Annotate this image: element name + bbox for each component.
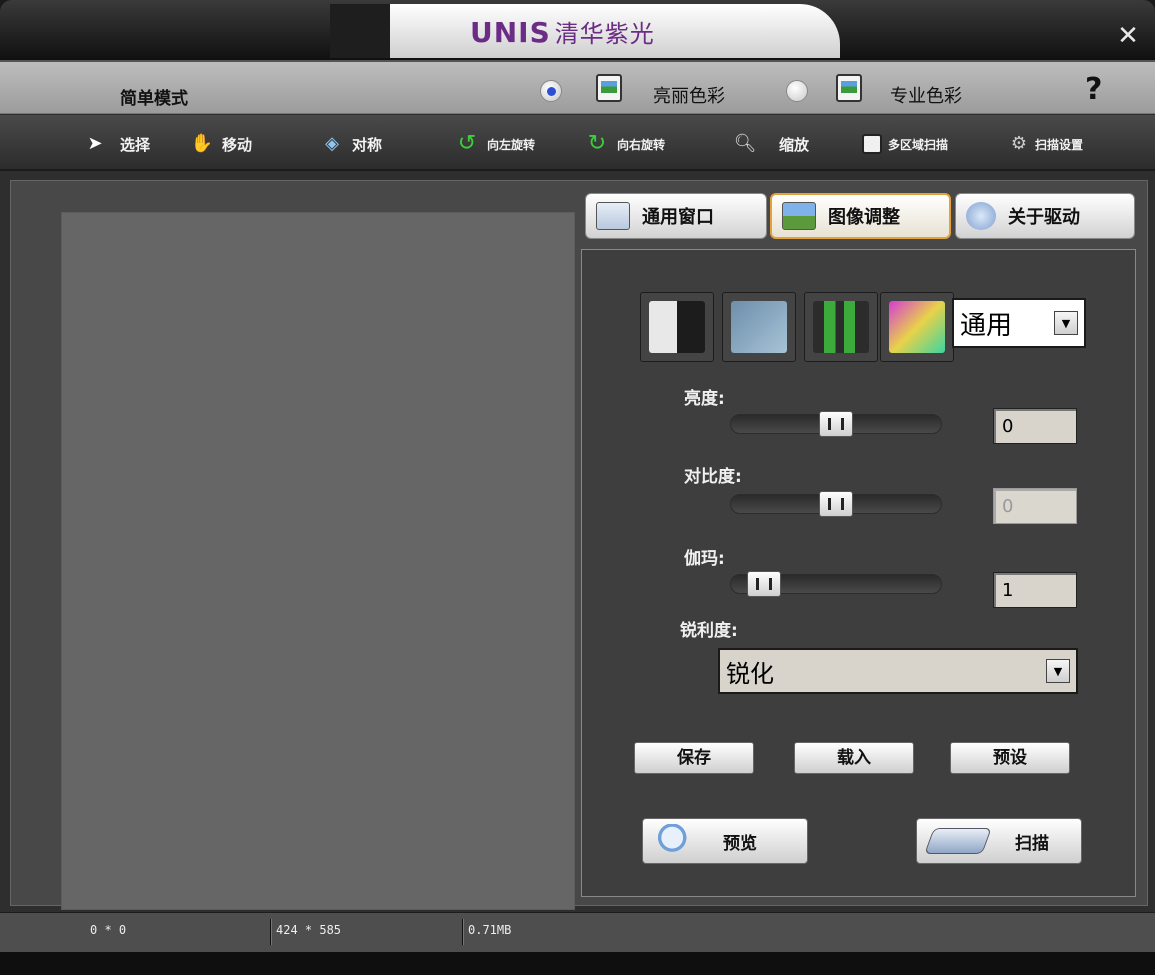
pro-color-radio[interactable] (786, 80, 808, 102)
mirror-tool[interactable]: ◈ 对称 (320, 129, 382, 159)
color-balance-icon (889, 301, 945, 353)
image-adjust-panel: 通用 ▼ 亮度: 0 对比度: 0 伽玛: 1 锐利度: 锐化 ▼ 保存 载入 … (581, 249, 1136, 897)
logo-cn-text: 清华紫光 (554, 20, 655, 48)
mirror-icon: ◈ (325, 133, 339, 154)
scan-label: 扫描 (1015, 833, 1049, 854)
rotate-right-label: 向右旋转 (617, 137, 666, 152)
contrast-slider-thumb[interactable] (819, 491, 853, 517)
toolbar: ➤ 选择 ✋ 移动 ◈ 对称 ↺ 向左旋转 ↻ 向右旋转 🔍︎ 缩放 多区域扫描… (0, 115, 1155, 171)
zoom-label: 缩放 (779, 135, 810, 154)
gamma-value-field[interactable]: 1 (993, 572, 1077, 608)
brightness-slider-thumb[interactable] (819, 411, 853, 437)
mode-bar: 简单模式 亮丽色彩 专业色彩 ? (0, 62, 1155, 114)
info-disc-icon (966, 202, 996, 230)
save-button[interactable]: 保存 (634, 742, 754, 774)
settings-gear-icon: ⚙ (1010, 133, 1028, 154)
mode-title: 简单模式 (120, 89, 188, 109)
status-separator (462, 919, 464, 945)
main-area: 通用窗口 图像调整 关于驱动 通用 ▼ 亮度: 0 对比度: 0 伽玛: 1 锐… (10, 180, 1148, 910)
gamma-label: 伽玛: (684, 549, 725, 569)
bottom-edge (0, 952, 1155, 975)
scan-settings-tool[interactable]: ⚙ 扫描设置 (1007, 129, 1083, 159)
brightness-icon (649, 301, 705, 353)
chevron-down-icon: ▼ (1054, 311, 1078, 335)
rotate-left-icon: ↺ (457, 131, 477, 156)
brightness-value-field[interactable]: 0 (993, 408, 1077, 444)
brightness-slider[interactable] (730, 411, 942, 437)
image-adjust-icon (782, 202, 816, 230)
rotate-right-icon: ↻ (587, 131, 607, 156)
vivid-image-icon (596, 74, 622, 102)
histogram-icon (813, 301, 869, 353)
help-icon[interactable]: ? (1085, 72, 1102, 107)
preview-magnifier-icon (657, 824, 695, 858)
preview-canvas[interactable] (61, 212, 575, 910)
load-button[interactable]: 载入 (794, 742, 914, 774)
tab-about-label: 关于驱动 (1008, 207, 1080, 228)
preset-select-value: 通用 (960, 310, 1013, 341)
select-tool[interactable]: ➤ 选择 (78, 129, 150, 159)
preset-button[interactable]: 预设 (950, 742, 1070, 774)
multi-scan-icon (862, 134, 882, 154)
curves-button[interactable] (722, 292, 796, 362)
brightness-contrast-button[interactable] (640, 292, 714, 362)
zoom-tool[interactable]: 🔍︎ 缩放 (733, 129, 809, 159)
rotate-right-tool[interactable]: ↻ 向右旋转 (585, 129, 665, 159)
multi-scan-tool[interactable]: 多区域扫描 (862, 129, 948, 159)
gamma-slider[interactable] (730, 571, 942, 597)
tab-general-label: 通用窗口 (642, 207, 714, 228)
selection-size: 0 * 0 (90, 923, 127, 937)
preset-select[interactable]: 通用 ▼ (952, 298, 1086, 348)
brightness-label: 亮度: (684, 389, 725, 409)
preview-label: 预览 (723, 833, 757, 854)
histogram-button[interactable] (804, 292, 878, 362)
mirror-label: 对称 (352, 135, 383, 154)
multi-scan-label: 多区域扫描 (888, 137, 949, 152)
scanner-icon (924, 828, 992, 854)
vivid-color-label[interactable]: 亮丽色彩 (653, 82, 725, 108)
gamma-slider-thumb[interactable] (747, 571, 781, 597)
image-size: 424 * 585 (276, 923, 342, 937)
pro-color-label[interactable]: 专业色彩 (890, 82, 962, 108)
pro-image-icon (836, 74, 862, 102)
scanner-window: UNIS 清华紫光 ✕ 简单模式 亮丽色彩 专业色彩 ? ➤ 选择 ✋ 移动 ◈ … (0, 0, 1155, 975)
tab-general-window[interactable]: 通用窗口 (585, 193, 767, 239)
title-bar: UNIS 清华紫光 ✕ (0, 0, 1155, 62)
preview-button[interactable]: 预览 (642, 818, 808, 864)
chevron-down-icon: ▼ (1046, 659, 1070, 683)
tab-about-driver[interactable]: 关于驱动 (955, 193, 1135, 239)
contrast-slider[interactable] (730, 491, 942, 517)
rotate-left-tool[interactable]: ↺ 向左旋转 (455, 129, 535, 159)
contrast-value-field[interactable]: 0 (993, 488, 1077, 524)
curves-icon (731, 301, 787, 353)
select-label: 选择 (120, 135, 151, 154)
move-label: 移动 (222, 135, 253, 154)
app-logo: UNIS 清华紫光 (470, 14, 655, 49)
color-balance-button[interactable] (880, 292, 954, 362)
rotate-left-label: 向左旋转 (487, 137, 536, 152)
contrast-label: 对比度: (684, 467, 742, 487)
select-arrow-icon: ➤ (87, 133, 103, 154)
vivid-color-radio[interactable] (540, 80, 562, 102)
scan-settings-label: 扫描设置 (1035, 137, 1084, 152)
magnifier-icon: 🔍︎ (733, 133, 757, 154)
scan-button[interactable]: 扫描 (916, 818, 1082, 864)
status-separator (270, 919, 272, 945)
tab-image-label: 图像调整 (828, 207, 900, 228)
hand-icon: ✋ (190, 133, 214, 154)
logo-text: UNIS (470, 16, 551, 49)
sharpness-label: 锐利度: (680, 621, 738, 641)
move-tool[interactable]: ✋ 移动 (190, 129, 252, 159)
tab-image-adjust[interactable]: 图像调整 (770, 193, 951, 239)
sharpness-select-value: 锐化 (726, 659, 774, 688)
status-bar: 0 * 0 424 * 585 0.71MB (0, 912, 1155, 952)
window-icon (596, 202, 630, 230)
close-button[interactable]: ✕ (1110, 20, 1146, 52)
file-size: 0.71MB (468, 923, 512, 937)
sharpness-select[interactable]: 锐化 ▼ (718, 648, 1078, 694)
